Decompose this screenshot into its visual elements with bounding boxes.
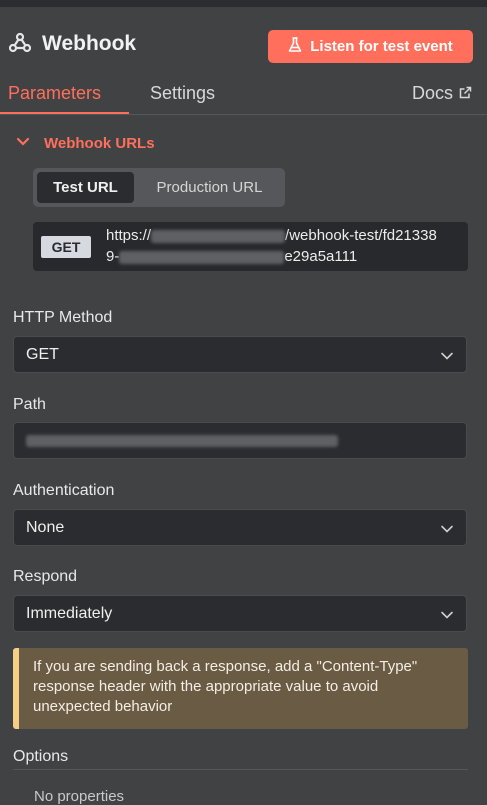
docs-label: Docs <box>411 83 453 103</box>
no-properties-text: No properties <box>34 788 125 805</box>
url-type-toggle: Test URL Production URL <box>33 168 285 207</box>
listen-button-label: Listen for test event <box>310 38 453 55</box>
tab-settings[interactable]: Settings <box>150 83 215 104</box>
chevron-down-icon <box>16 134 30 152</box>
external-link-icon <box>459 83 472 104</box>
url-segment: 9- <box>106 248 120 265</box>
http-method-select[interactable]: GET <box>13 336 467 373</box>
production-url-option[interactable]: Production URL <box>138 172 281 203</box>
listen-for-test-event-button[interactable]: Listen for test event <box>268 30 473 63</box>
chevron-down-icon <box>441 352 453 360</box>
http-method-value: GET <box>26 345 59 363</box>
webhook-url-box[interactable]: GET https:// /webhook-test/fd21338 9- e29a… <box>33 222 468 271</box>
chevron-down-icon <box>441 611 453 619</box>
respond-label: Respond <box>13 568 78 585</box>
test-url-option[interactable]: Test URL <box>37 172 134 203</box>
notice-text: If you are sending back a response, add … <box>33 658 418 715</box>
webhook-icon <box>8 31 32 55</box>
node-header: Webhook Listen for test event <box>0 7 487 75</box>
top-strip <box>0 0 487 7</box>
content-type-notice: If you are sending back a response, add … <box>13 648 468 729</box>
options-label: Options <box>13 748 69 765</box>
method-badge: GET <box>41 236 91 258</box>
flask-icon <box>288 36 302 57</box>
node-title: Webhook <box>42 32 137 55</box>
authentication-select[interactable]: None <box>13 509 467 546</box>
redacted-host <box>151 229 286 243</box>
docs-link[interactable]: Docs <box>412 83 472 104</box>
tab-parameters[interactable]: Parameters <box>8 83 101 104</box>
redacted-path <box>26 434 338 447</box>
webhook-urls-toggle[interactable]: Webhook URLs <box>16 134 155 152</box>
respond-select[interactable]: Immediately <box>13 595 467 632</box>
path-input[interactable] <box>13 422 467 459</box>
active-tab-indicator <box>0 112 129 114</box>
respond-value: Immediately <box>26 604 113 622</box>
authentication-label: Authentication <box>13 482 115 499</box>
url-segment: https:// <box>106 227 152 244</box>
url-segment: /webhook-test/fd21338 <box>285 227 437 244</box>
url-segment: e29a5a111 <box>284 248 358 265</box>
webhook-urls-title: Webhook URLs <box>44 134 155 152</box>
http-method-label: HTTP Method <box>13 309 113 326</box>
redacted-id <box>119 250 285 264</box>
webhook-url-text: https:// /webhook-test/fd21338 9- e29a5a11… <box>106 225 468 267</box>
chevron-down-icon <box>441 525 453 533</box>
path-label: Path <box>13 396 46 413</box>
tab-bar: Parameters Settings Docs <box>0 75 487 115</box>
authentication-value: None <box>26 518 65 536</box>
options-divider <box>13 769 468 770</box>
